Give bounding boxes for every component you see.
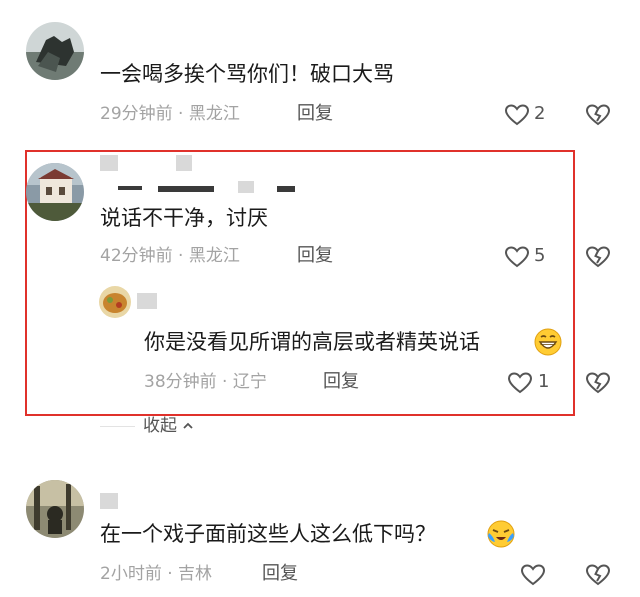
reply-meta: 38分钟前 · 辽宁 xyxy=(144,370,267,394)
comment-meta: 2小时前 · 吉林 xyxy=(100,562,212,586)
collapse-divider xyxy=(100,426,135,427)
comment-time: 42分钟前 xyxy=(100,246,173,266)
username-censored xyxy=(158,186,214,192)
meta-separator: · xyxy=(172,246,189,266)
comment-location: 黑龙江 xyxy=(188,104,240,124)
collapse-replies-button[interactable]: 收起 xyxy=(143,414,194,438)
comment-text: 在一个戏子面前这些人这么低下吗？ xyxy=(100,520,436,548)
avatar[interactable] xyxy=(26,480,84,538)
meta-separator: · xyxy=(216,372,233,392)
dislike-icon[interactable] xyxy=(585,102,611,128)
meta-separator: · xyxy=(161,564,179,584)
reply-button[interactable]: 回复 xyxy=(262,562,298,586)
comment-meta: 29分钟前 · 黑龙江 xyxy=(100,102,240,126)
like-icon[interactable] xyxy=(504,103,530,127)
dislike-icon[interactable] xyxy=(585,370,611,396)
username-censored xyxy=(277,186,295,192)
meta-separator: · xyxy=(172,104,189,124)
dislike-icon[interactable] xyxy=(585,244,611,270)
username-censored xyxy=(100,155,118,171)
comment-time: 29分钟前 xyxy=(100,104,173,124)
username-censored xyxy=(118,186,142,190)
like-icon[interactable] xyxy=(520,563,546,587)
dislike-icon[interactable] xyxy=(585,562,611,588)
like-count: 5 xyxy=(534,245,546,266)
avatar[interactable] xyxy=(26,163,84,221)
avatar[interactable] xyxy=(26,22,84,80)
reply-text-content: 你是没看见所谓的高层或者精英说话 xyxy=(144,330,480,354)
reply-avatar[interactable] xyxy=(99,286,131,318)
comment-text-content: 在一个戏子面前这些人这么低下吗？ xyxy=(100,522,436,546)
reply-text: 你是没看见所谓的高层或者精英说话 xyxy=(144,328,480,356)
reply-button[interactable]: 回复 xyxy=(297,244,333,268)
reply-button[interactable]: 回复 xyxy=(297,102,333,126)
comment-text: 说话不干净，讨厌 xyxy=(100,206,268,230)
comment-section: 一会喝多挨个骂你们！破口大骂 29分钟前 · 黑龙江 回复 2 说话不干净，讨厌… xyxy=(0,0,640,597)
username-censored xyxy=(176,155,192,171)
like-count: 2 xyxy=(534,103,546,124)
grinning-face-icon xyxy=(534,328,562,356)
highlight-box xyxy=(25,150,575,416)
like-count: 1 xyxy=(538,371,550,392)
avatar-image xyxy=(26,22,84,80)
reply-location: 辽宁 xyxy=(232,372,267,392)
like-icon[interactable] xyxy=(504,245,530,269)
avatar-image xyxy=(26,480,84,538)
username-censored xyxy=(238,181,254,193)
reply-time: 38分钟前 xyxy=(144,372,217,392)
comment-location: 吉林 xyxy=(178,564,213,584)
reply-button[interactable]: 回复 xyxy=(323,370,359,394)
reply-username-censored xyxy=(137,293,157,309)
username-censored xyxy=(100,493,118,509)
comment-location: 黑龙江 xyxy=(188,246,240,266)
like-icon[interactable] xyxy=(507,371,533,395)
avatar-image xyxy=(26,163,84,221)
chevron-up-icon xyxy=(182,420,194,432)
crying-face-icon xyxy=(487,520,515,548)
comment-meta: 42分钟前 · 黑龙江 xyxy=(100,244,240,268)
collapse-label: 收起 xyxy=(143,416,177,436)
comment-time: 2小时前 xyxy=(100,564,162,584)
avatar-image xyxy=(99,286,131,318)
comment-text: 一会喝多挨个骂你们！破口大骂 xyxy=(100,62,394,86)
